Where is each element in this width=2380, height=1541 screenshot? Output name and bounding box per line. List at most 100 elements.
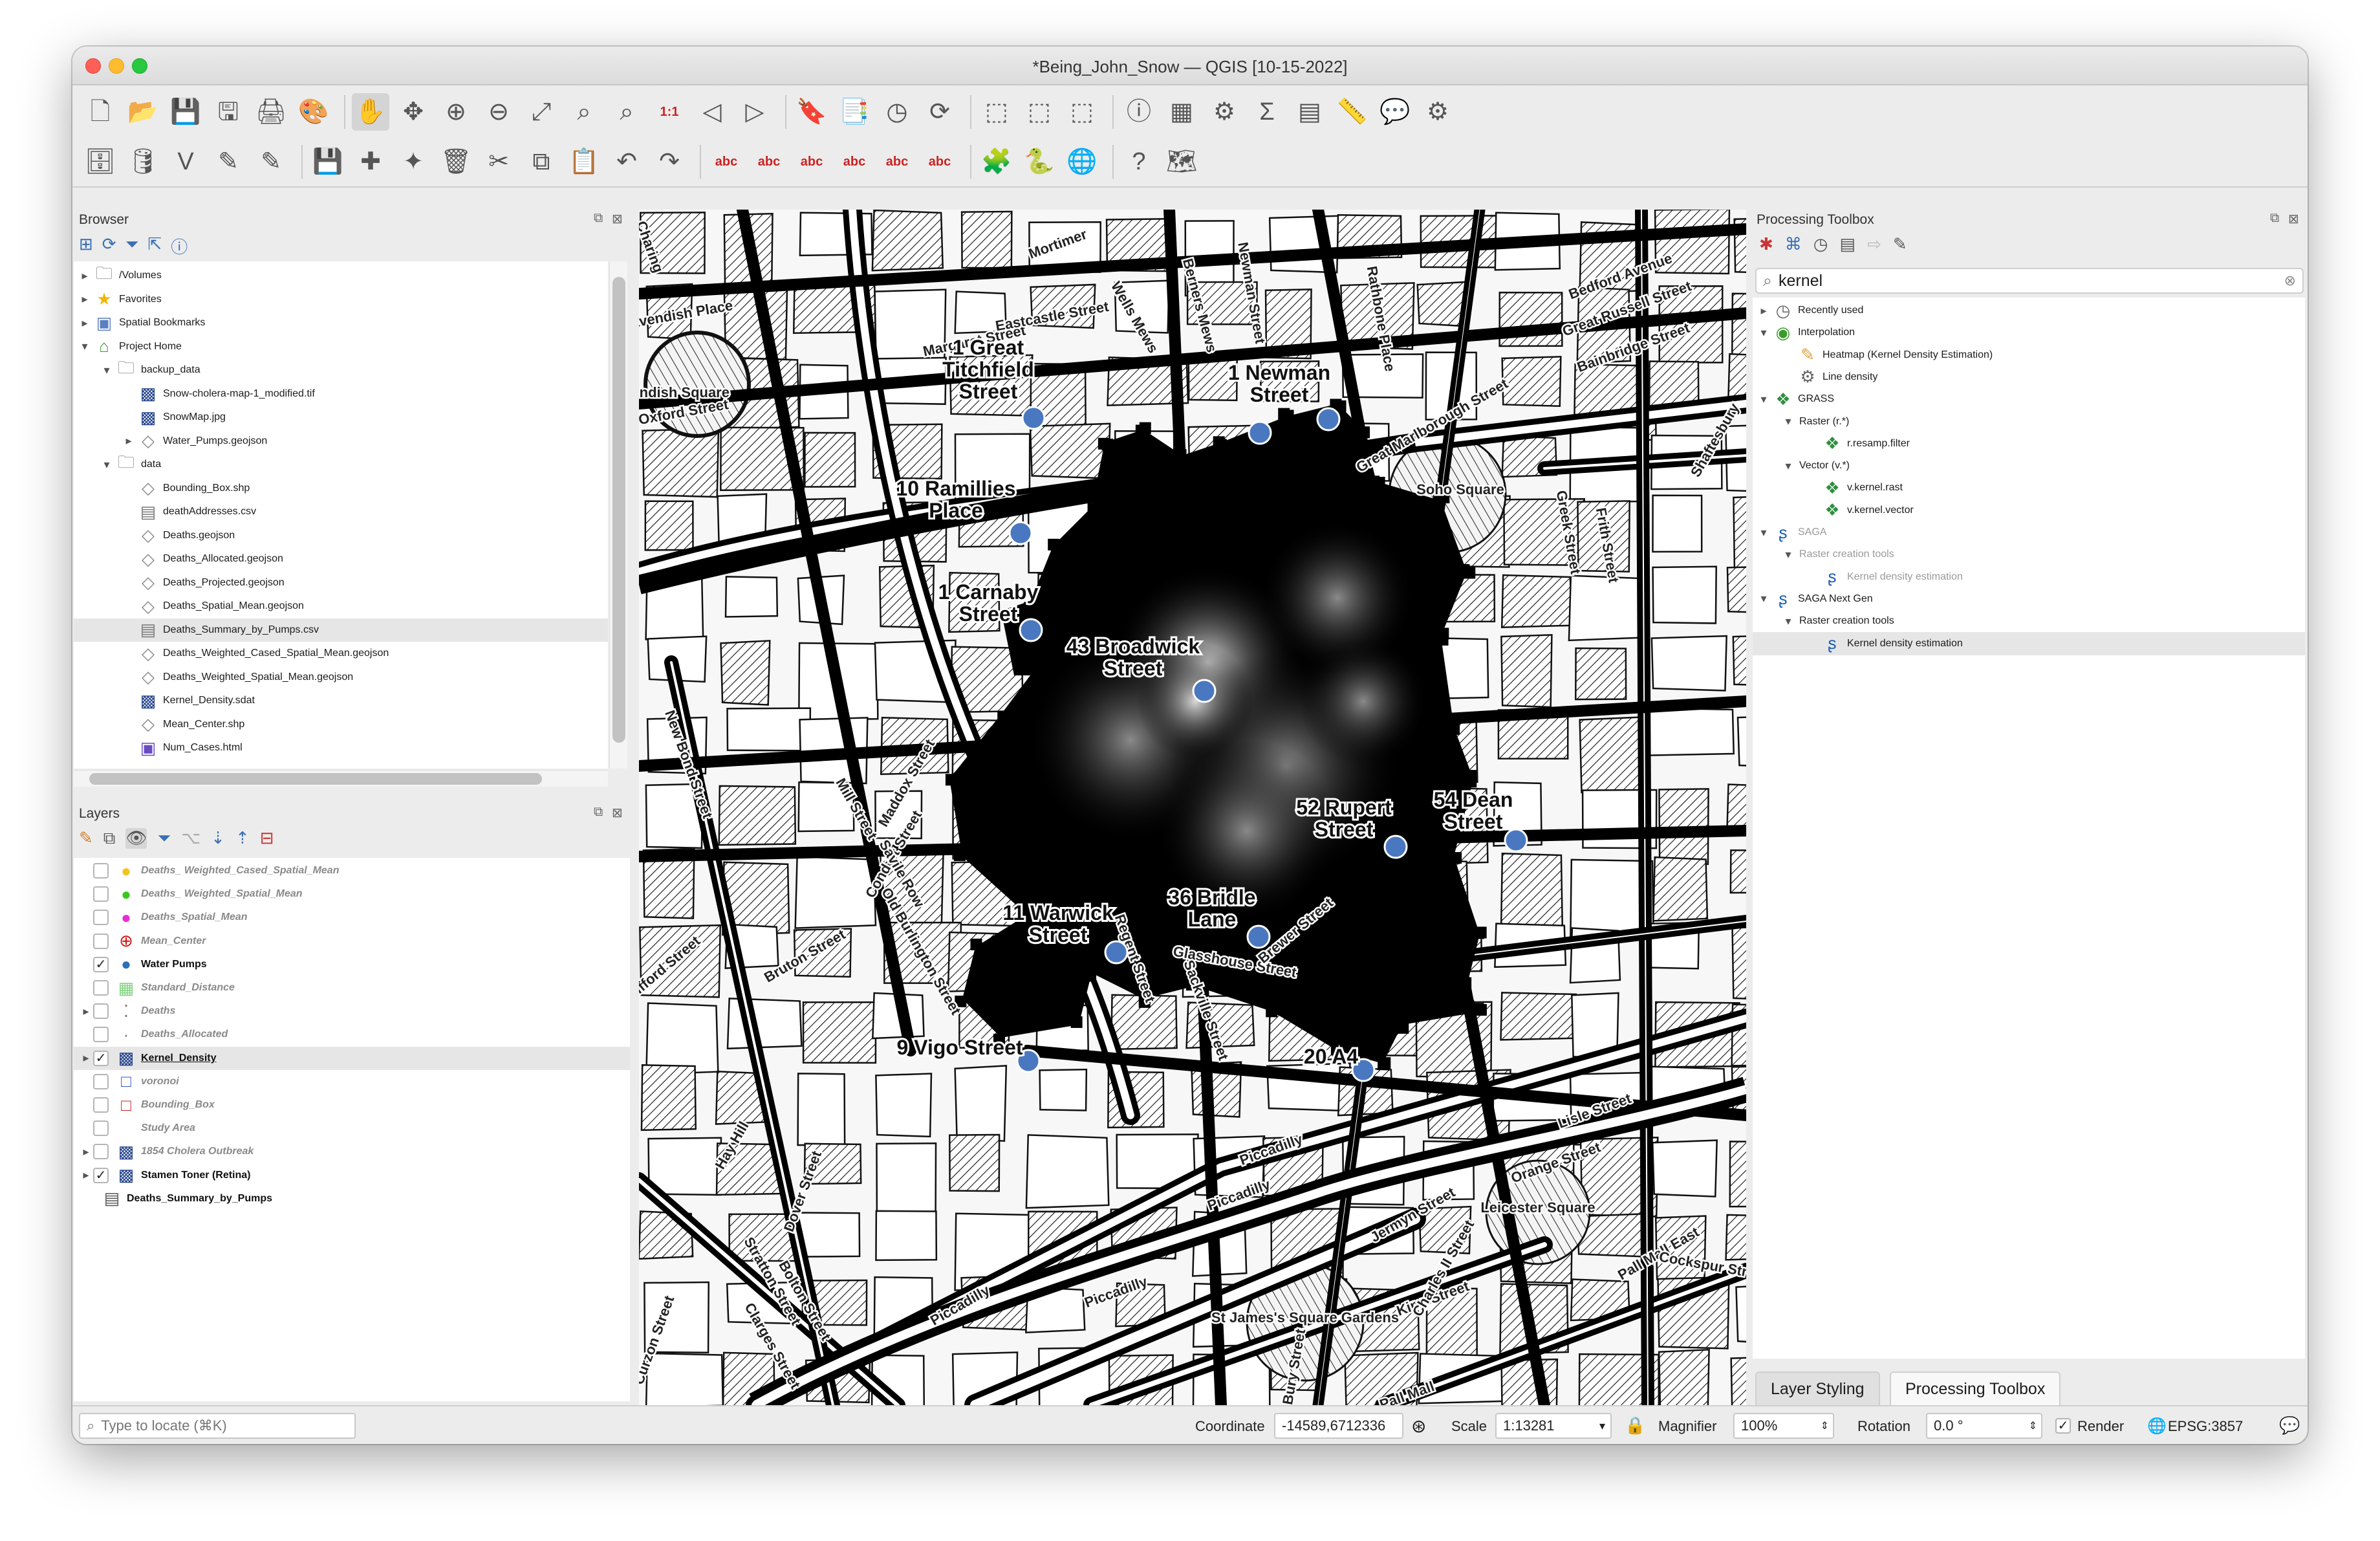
style-manager-icon[interactable]: 🎨 — [295, 93, 332, 131]
layer-item[interactable]: ● Deaths_Spatial_Mean — [74, 906, 630, 929]
browser-item[interactable]: ◇ Deaths_Weighted_Spatial_Mean.geojson — [74, 666, 608, 689]
browser-item[interactable]: ▾ 🗀 backup_data — [74, 358, 608, 382]
chevron-right-icon[interactable]: ▸ — [79, 1051, 93, 1065]
scale-field[interactable]: 1:13281 ▾ — [1495, 1413, 1612, 1439]
visibility-icon[interactable]: 👁 — [125, 828, 147, 849]
measure-icon[interactable]: 📏 — [1334, 93, 1371, 131]
browser-hscrollbar[interactable] — [74, 770, 608, 787]
tab-layer-styling[interactable]: Layer Styling — [1755, 1372, 1880, 1405]
browser-item[interactable]: ▸ ◇ Water_Pumps.geojson — [74, 430, 608, 453]
chevron-right-icon[interactable]: ▸ — [122, 434, 136, 448]
info-icon[interactable]: ⓘ — [171, 234, 188, 258]
render-checkbox[interactable]: ✓ — [2055, 1418, 2071, 1434]
layer-visibility-checkbox[interactable] — [93, 980, 109, 996]
extents-toggle-icon[interactable]: ⊛ — [1411, 1415, 1426, 1437]
print-layout-icon[interactable]: 🖨 — [252, 93, 290, 131]
toolbox-item[interactable]: ⚙ Line density — [1753, 366, 2305, 389]
layer-item[interactable]: ▸ ✓ ▩ Stamen Toner (Retina) — [74, 1164, 630, 1187]
select-value-icon[interactable]: ⬚ — [1021, 93, 1058, 131]
results-icon[interactable]: ▤ — [1839, 234, 1855, 254]
magnifier-field[interactable]: 100% ⇕ — [1733, 1413, 1834, 1439]
browser-item[interactable]: ▩ Snow-cholera-map-1_modified.tif — [74, 382, 608, 406]
browser-item[interactable]: ▾ ⌂ Project Home — [74, 335, 608, 358]
new-geopackage-icon[interactable]: 🛢 — [124, 143, 162, 180]
help-icon[interactable]: ? — [1120, 143, 1158, 180]
scripts-icon[interactable]: ⌘ — [1785, 234, 1802, 254]
messages-icon[interactable]: 💬 — [2279, 1415, 2300, 1436]
chevron-down-icon[interactable]: ▾ — [1781, 459, 1795, 473]
toolbox-search[interactable]: ⌕ kernel ⊗ — [1755, 268, 2304, 294]
save-as-icon[interactable]: 🖫 — [210, 93, 247, 131]
vertex-tool-icon[interactable]: ✦ — [395, 143, 432, 180]
zoom-out-icon[interactable]: ⊖ — [480, 93, 517, 131]
toolbox-item[interactable]: ▾ Raster creation tools — [1753, 609, 2305, 633]
cut-icon[interactable]: ✂ — [480, 143, 517, 180]
layer-visibility-checkbox[interactable]: ✓ — [93, 1167, 109, 1183]
browser-float-button[interactable]: ⧉ — [594, 211, 603, 226]
models-icon[interactable]: ✱ — [1759, 234, 1773, 254]
plugins-icon[interactable]: 🧩 — [978, 143, 1015, 180]
browser-item[interactable]: ◇ Deaths_Projected.geojson — [74, 571, 608, 595]
layer-visibility-checkbox[interactable] — [93, 1120, 109, 1137]
zoom-next-icon[interactable]: ▷ — [736, 93, 774, 131]
layer-item[interactable]: ⊕ Mean_Center — [74, 930, 630, 953]
browser-item[interactable]: ◇ Deaths_Weighted_Cased_Spatial_Mean.geoj… — [74, 642, 608, 665]
layers-float-button[interactable]: ⧉ — [594, 805, 603, 820]
toolbox-item[interactable]: ❖ r.resamp.filter — [1753, 432, 2305, 455]
show-hide-labels-icon[interactable]: abc — [793, 143, 830, 180]
chevron-right-icon[interactable]: ▸ — [78, 292, 92, 306]
crs-button[interactable]: EPSG:3857 — [2168, 1418, 2243, 1435]
layer-visibility-checkbox[interactable]: ✓ — [93, 956, 109, 972]
coordinate-field[interactable]: -14589,6712336 — [1274, 1413, 1403, 1439]
zoom-to-layer-icon[interactable]: ⌕ — [608, 93, 645, 131]
layer-visibility-checkbox[interactable] — [93, 1073, 109, 1089]
pin-label-icon[interactable]: abc — [750, 143, 788, 180]
new-bookmark-icon[interactable]: 🔖 — [793, 93, 830, 131]
water-pump-marker[interactable] — [1008, 521, 1033, 545]
expand-all-icon[interactable]: ⇣ — [211, 828, 225, 849]
layer-visibility-checkbox[interactable] — [93, 1003, 109, 1020]
toolbox-item[interactable]: ❖ v.kernel.rast — [1753, 476, 2305, 499]
move-label-icon[interactable]: abc — [836, 143, 873, 180]
chevron-down-icon[interactable]: ▾ — [1757, 393, 1771, 406]
chevron-right-icon[interactable]: ▸ — [78, 316, 92, 330]
toolbox-item[interactable]: ▾ ʂ SAGA Next Gen — [1753, 587, 2305, 611]
statistics-icon[interactable]: Σ — [1248, 93, 1286, 131]
layer-visibility-checkbox[interactable] — [93, 933, 109, 949]
zoom-to-selection-icon[interactable]: ⌕ — [565, 93, 603, 131]
new-project-icon[interactable]: 🗋 — [81, 93, 119, 131]
layer-item[interactable]: ▸ ⁚ Deaths — [74, 1000, 630, 1023]
layer-item[interactable]: □ Bounding_Box — [74, 1093, 630, 1117]
identify-icon[interactable]: ⓘ — [1120, 93, 1158, 131]
layer-item[interactable]: Study Area — [74, 1117, 630, 1140]
layer-visibility-checkbox[interactable] — [93, 886, 109, 902]
toolbox-item[interactable]: ▾ Raster creation tools — [1753, 543, 2305, 566]
rotate-label-icon[interactable]: abc — [878, 143, 916, 180]
chevron-down-icon[interactable]: ▾ — [1757, 592, 1771, 606]
toolbox-item[interactable]: ʂ Kernel density estimation — [1753, 631, 2305, 655]
browser-close-button[interactable]: ⊠ — [612, 211, 623, 227]
chevron-down-icon[interactable]: ▾ — [1781, 415, 1795, 428]
browser-vscroll-thumb[interactable] — [612, 277, 625, 743]
browser-item[interactable]: ▣ Num_Cases.html — [74, 736, 608, 760]
browser-item[interactable]: ◇ Deaths_Spatial_Mean.geojson — [74, 595, 608, 618]
browser-item[interactable]: ▩ Kernel_Density.sdat — [74, 689, 608, 712]
toolbox-icon[interactable]: ⚙ — [1206, 93, 1243, 131]
lock-icon[interactable]: 🔒 — [1625, 1415, 1645, 1436]
water-pump-marker[interactable] — [1246, 924, 1271, 949]
chevron-down-icon[interactable]: ▾ — [78, 340, 92, 353]
clear-search-icon[interactable]: ⊗ — [2284, 272, 2296, 289]
stepper-icon[interactable]: ⇕ — [2029, 1419, 2037, 1432]
browser-item[interactable]: ▤ deathAddresses.csv — [74, 500, 608, 523]
paste-icon[interactable]: 📋 — [565, 143, 603, 180]
water-pump-marker[interactable] — [1021, 406, 1046, 430]
toolbox-item[interactable]: ʂ Kernel density estimation — [1753, 565, 2305, 589]
pan-to-selection-icon[interactable]: ✥ — [395, 93, 432, 131]
style-icon[interactable]: ✎ — [79, 828, 93, 849]
map-tips-icon[interactable]: ⚙ — [1419, 93, 1456, 131]
water-pump-marker[interactable] — [1104, 940, 1129, 965]
redo-icon[interactable]: ↷ — [651, 143, 688, 180]
label-icon[interactable]: abc — [708, 143, 745, 180]
browser-item[interactable]: ◇ Mean_Center.shp — [74, 713, 608, 736]
layer-item[interactable]: ▤ Deaths_Summary_by_Pumps — [74, 1187, 630, 1210]
